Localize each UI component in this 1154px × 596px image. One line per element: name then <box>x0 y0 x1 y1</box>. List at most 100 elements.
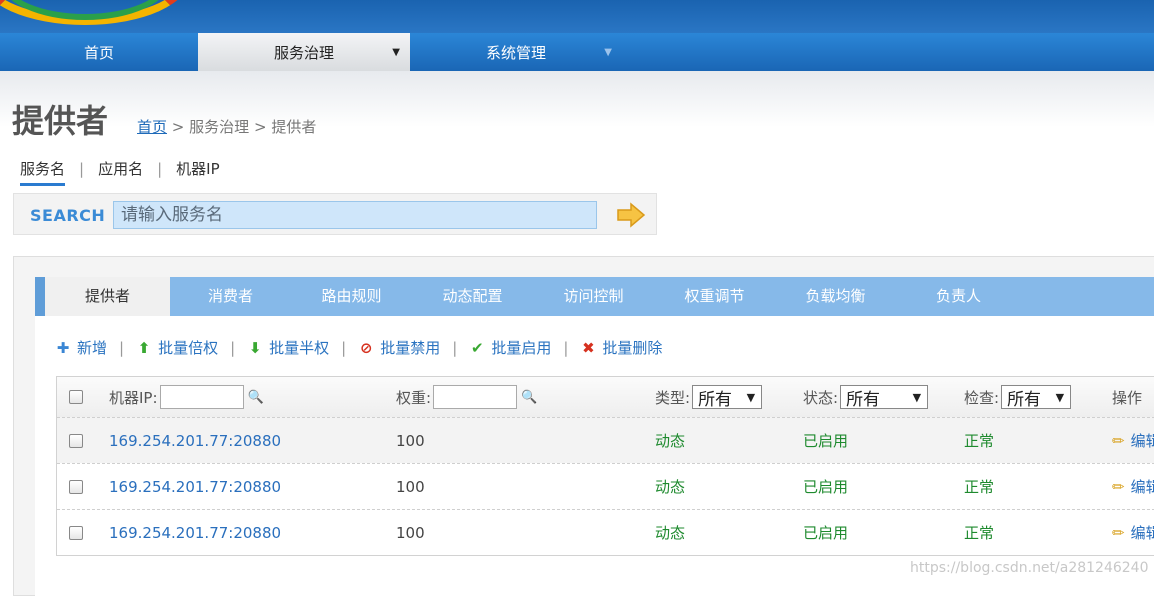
nav-item-label: 首页 <box>83 44 114 62</box>
breadcrumb-separator: > <box>171 118 185 136</box>
tab-owners[interactable]: 负责人 <box>896 277 1021 316</box>
edit-label: 编辑 <box>1130 478 1154 496</box>
edit-label: 编辑 <box>1130 432 1154 450</box>
row-checkbox[interactable] <box>69 479 83 494</box>
watermark: https://blog.csdn.net/a281246240 <box>910 560 1149 576</box>
provider-ip-link[interactable]: 169.254.201.77:20880 <box>109 464 281 509</box>
weight-header-label: 权重: <box>396 388 432 407</box>
batch-delete-button[interactable]: ✖ 批量删除 <box>580 337 662 358</box>
add-button[interactable]: ✚ 新增 <box>55 337 107 358</box>
select-all-checkbox[interactable] <box>69 390 83 404</box>
tab-access-control[interactable]: 访问控制 <box>533 277 654 316</box>
status-cell: 已启用 <box>803 478 849 496</box>
breadcrumb-current: 提供者 <box>271 118 317 136</box>
batch-delete-label: 批量删除 <box>602 339 663 357</box>
add-button-label: 新增 <box>77 339 108 357</box>
provider-ip-link[interactable]: 169.254.201.77:20880 <box>109 510 281 555</box>
search-bar: SEARCH <box>13 193 657 235</box>
chevron-down-icon: ▼ <box>1055 390 1065 404</box>
x-icon: ✖ <box>582 339 595 357</box>
row-checkbox[interactable] <box>69 433 83 448</box>
batch-half-weight-label: 批量半权 <box>269 339 330 357</box>
weight-cell: 100 <box>396 523 425 542</box>
check-header: 检查: 所有 ▼ <box>964 377 1072 417</box>
tab-dynamic-config[interactable]: 动态配置 <box>412 277 533 316</box>
status-cell: 已启用 <box>803 432 849 450</box>
batch-enable-label: 批量启用 <box>491 339 552 357</box>
check-filter-value: 所有 <box>1007 389 1042 410</box>
search-icon[interactable]: 🔍 <box>248 390 264 405</box>
tab-bar: 提供者 消费者 路由规则 动态配置 访问控制 权重调节 负载均衡 负责人 <box>35 277 1154 316</box>
search-icon[interactable]: 🔍 <box>521 390 537 405</box>
batch-half-weight-button[interactable]: ⬇ 批量半权 <box>247 337 329 358</box>
weight-filter-input[interactable] <box>433 385 518 409</box>
divider: | <box>563 339 569 357</box>
edit-button[interactable]: ✏ 编辑 <box>1112 418 1154 463</box>
table-row: 169.254.201.77:20880 100 动态 已启用 正常 ✏ 编辑 <box>57 509 1154 555</box>
edit-button[interactable]: ✏ 编辑 <box>1112 510 1154 555</box>
main-nav: 首页 服务治理 ▼ 系统管理 ▼ <box>0 33 1154 71</box>
batch-double-weight-button[interactable]: ⬆ 批量倍权 <box>136 337 218 358</box>
table-row: 169.254.201.77:20880 100 动态 已启用 正常 ✏ 编辑 <box>57 463 1154 509</box>
search-tab-app-name[interactable]: 应用名 <box>98 158 143 179</box>
status-header: 状态: 所有 ▼ <box>803 377 929 417</box>
weight-cell: 100 <box>396 431 425 450</box>
status-filter-value: 所有 <box>846 389 881 410</box>
row-checkbox[interactable] <box>69 525 83 540</box>
type-cell: 动态 <box>655 524 686 542</box>
tab-providers[interactable]: 提供者 <box>45 277 170 316</box>
ip-header: 机器IP: 🔍 <box>109 377 264 417</box>
ban-icon: ⊘ <box>359 339 373 357</box>
batch-disable-button[interactable]: ⊘ 批量禁用 <box>358 337 440 358</box>
batch-enable-button[interactable]: ✔ 批量启用 <box>469 337 551 358</box>
type-filter-value: 所有 <box>698 389 733 410</box>
tab-consumers[interactable]: 消费者 <box>170 277 291 316</box>
breadcrumb-home-link[interactable]: 首页 <box>137 118 167 136</box>
check-cell: 正常 <box>964 524 995 542</box>
nav-item-service-governance[interactable]: 服务治理 ▼ <box>198 33 410 71</box>
edit-button[interactable]: ✏ 编辑 <box>1112 464 1154 509</box>
type-filter-select[interactable]: 所有 ▼ <box>692 385 763 410</box>
search-input[interactable] <box>113 201 597 229</box>
ip-filter-input[interactable] <box>159 385 244 409</box>
toolbar: ✚ 新增 | ⬆ 批量倍权 | ⬇ 批量半权 | ⊘ 批量禁用 | ✔ 批量启用 | ✖ 批量删除 <box>55 337 663 358</box>
search-tab-service-name[interactable]: 服务名 <box>20 158 66 186</box>
breadcrumb: 首页 > 服务治理 > 提供者 <box>137 116 316 137</box>
provider-ip-link[interactable]: 169.254.201.77:20880 <box>109 418 281 463</box>
pencil-icon: ✏ <box>1112 431 1125 450</box>
ops-header-label: 操作 <box>1112 388 1143 407</box>
ip-header-label: 机器IP: <box>109 388 158 407</box>
table-header-row: 机器IP: 🔍 权重: 🔍 类型: 所有 ▼ 状态: 所有 ▼ 检查: 所有 ▼ 操作 <box>57 377 1154 417</box>
chevron-down-icon: ▼ <box>392 47 400 58</box>
status-cell: 已启用 <box>803 524 849 542</box>
page-title: 提供者 <box>12 102 109 140</box>
batch-double-weight-label: 批量倍权 <box>158 339 219 357</box>
search-tab-machine-ip[interactable]: 机器IP <box>176 158 219 179</box>
nav-item-label: 服务治理 <box>273 44 334 62</box>
chevron-down-icon: ▼ <box>746 390 756 404</box>
search-type-tabs: 服务名 | 应用名 | 机器IP <box>20 158 220 186</box>
divider: | <box>119 339 125 357</box>
weight-header: 权重: 🔍 <box>396 377 537 417</box>
breadcrumb-section: 服务治理 <box>189 118 250 136</box>
type-cell: 动态 <box>655 478 686 496</box>
chevron-down-icon: ▼ <box>604 47 612 58</box>
nav-item-home[interactable]: 首页 <box>0 33 198 71</box>
weight-cell: 100 <box>396 477 425 496</box>
tab-load-balance[interactable]: 负载均衡 <box>775 277 896 316</box>
type-header-label: 类型: <box>655 388 691 407</box>
nav-item-system-management[interactable]: 系统管理 ▼ <box>410 33 622 71</box>
divider: | <box>341 339 347 357</box>
chevron-down-icon: ▼ <box>912 390 922 404</box>
breadcrumb-separator: > <box>253 118 267 136</box>
type-cell: 动态 <box>655 432 686 450</box>
arrow-right-icon[interactable] <box>616 202 646 228</box>
providers-table: 机器IP: 🔍 权重: 🔍 类型: 所有 ▼ 状态: 所有 ▼ 检查: 所有 ▼ 操作 169.… <box>56 376 1154 556</box>
check-filter-select[interactable]: 所有 ▼ <box>1001 385 1072 410</box>
tab-routes[interactable]: 路由规则 <box>291 277 412 316</box>
check-cell: 正常 <box>964 432 995 450</box>
tab-weight[interactable]: 权重调节 <box>654 277 775 316</box>
top-banner <box>0 0 1154 33</box>
check-header-label: 检查: <box>964 388 1000 407</box>
status-filter-select[interactable]: 所有 ▼ <box>840 385 929 410</box>
